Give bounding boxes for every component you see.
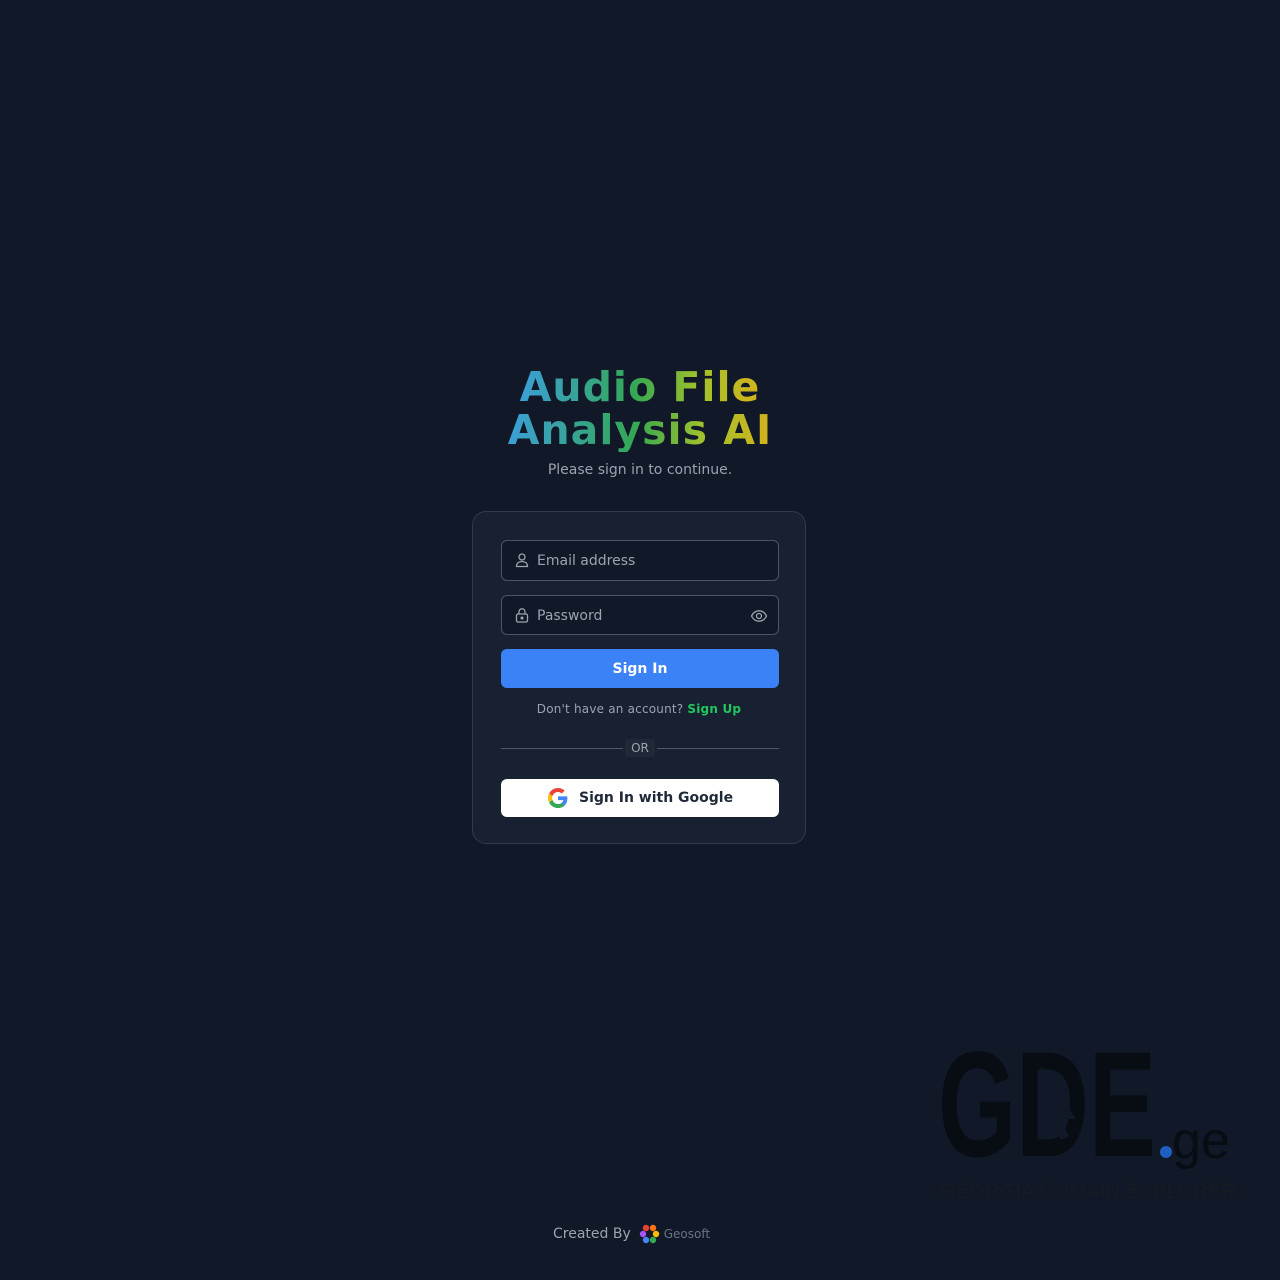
email-input[interactable] xyxy=(537,541,737,580)
app-title-line1: Audio File xyxy=(519,363,761,411)
divider-label: OR xyxy=(625,739,655,757)
login-page: Audio File Analysis AI Please sign in to… xyxy=(0,0,1280,1280)
lock-icon xyxy=(515,608,529,623)
google-sign-in-button[interactable]: Sign In with Google xyxy=(501,779,779,817)
or-divider: OR xyxy=(501,738,779,758)
page-subtitle: Please sign in to continue. xyxy=(547,462,733,478)
geosoft-brand[interactable]: Geosoft xyxy=(639,1224,710,1244)
google-sign-in-label: Sign In with Google xyxy=(579,790,734,806)
sign-in-button[interactable]: Sign In xyxy=(501,649,779,688)
footer: Created By Geosoft xyxy=(553,1222,710,1246)
divider-line-right xyxy=(657,748,779,749)
sign-up-link[interactable]: Sign Up xyxy=(687,702,741,716)
password-field[interactable] xyxy=(501,595,779,635)
app-title: Audio File Analysis AI xyxy=(0,366,1280,452)
user-icon xyxy=(515,553,529,568)
geosoft-brand-label: Geosoft xyxy=(663,1227,711,1241)
geosoft-logo-icon xyxy=(639,1224,659,1244)
password-input[interactable] xyxy=(537,596,737,635)
google-logo-icon xyxy=(548,788,568,808)
app-title-line2: Analysis AI xyxy=(507,406,773,454)
gde-watermark-logo: GDE ge GEORGIA DOMAIN EXPLORER xyxy=(938,1036,1236,1203)
divider-line-left xyxy=(501,748,623,749)
created-by-label: Created By xyxy=(553,1226,631,1242)
no-account-text: Don't have an account? xyxy=(536,702,684,716)
eye-icon[interactable] xyxy=(750,607,768,625)
login-card: Sign In Don't have an account? Sign Up O… xyxy=(472,511,806,844)
email-field[interactable] xyxy=(501,540,779,581)
signup-prompt: Don't have an account? Sign Up xyxy=(473,702,805,716)
svg-text:ge: ge xyxy=(1172,1112,1230,1170)
gde-tagline: GEORGIA DOMAIN EXPLORER xyxy=(940,1180,1236,1203)
